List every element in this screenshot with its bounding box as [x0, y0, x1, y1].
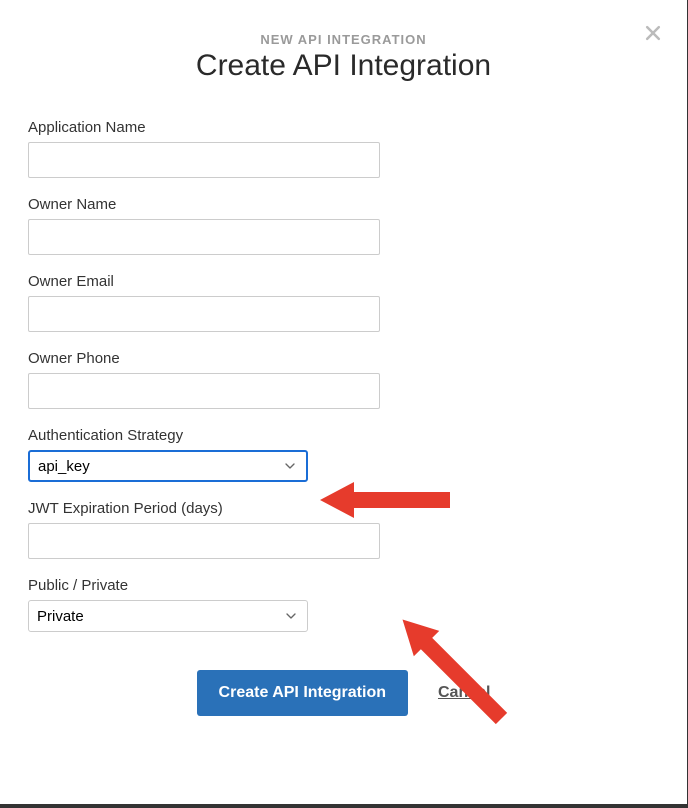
- application-name-input[interactable]: [28, 142, 380, 178]
- owner-email-group: Owner Email: [28, 273, 659, 332]
- modal-title: Create API Integration: [28, 49, 659, 83]
- cancel-button[interactable]: Cancel: [438, 684, 490, 702]
- application-name-label: Application Name: [28, 119, 659, 136]
- modal-header: NEW API INTEGRATION Create API Integrati…: [28, 32, 659, 83]
- owner-name-group: Owner Name: [28, 196, 659, 255]
- modal-actions: Create API Integration Cancel: [28, 670, 659, 716]
- modal-eyebrow: NEW API INTEGRATION: [28, 32, 659, 47]
- owner-email-label: Owner Email: [28, 273, 659, 290]
- owner-email-input[interactable]: [28, 296, 380, 332]
- jwt-expiration-input[interactable]: [28, 523, 380, 559]
- owner-name-input[interactable]: [28, 219, 380, 255]
- public-private-select[interactable]: Private: [28, 600, 308, 632]
- owner-name-label: Owner Name: [28, 196, 659, 213]
- close-icon[interactable]: [643, 20, 663, 48]
- auth-strategy-group: Authentication Strategy api_key: [28, 427, 659, 482]
- create-api-integration-button[interactable]: Create API Integration: [197, 670, 408, 716]
- public-private-label: Public / Private: [28, 577, 659, 594]
- create-api-integration-modal: NEW API INTEGRATION Create API Integrati…: [0, 0, 687, 804]
- application-name-group: Application Name: [28, 119, 659, 178]
- owner-phone-group: Owner Phone: [28, 350, 659, 409]
- auth-strategy-label: Authentication Strategy: [28, 427, 659, 444]
- jwt-expiration-group: JWT Expiration Period (days): [28, 500, 659, 559]
- public-private-group: Public / Private Private: [28, 577, 659, 632]
- jwt-expiration-label: JWT Expiration Period (days): [28, 500, 659, 517]
- owner-phone-label: Owner Phone: [28, 350, 659, 367]
- auth-strategy-select[interactable]: api_key: [28, 450, 308, 482]
- owner-phone-input[interactable]: [28, 373, 380, 409]
